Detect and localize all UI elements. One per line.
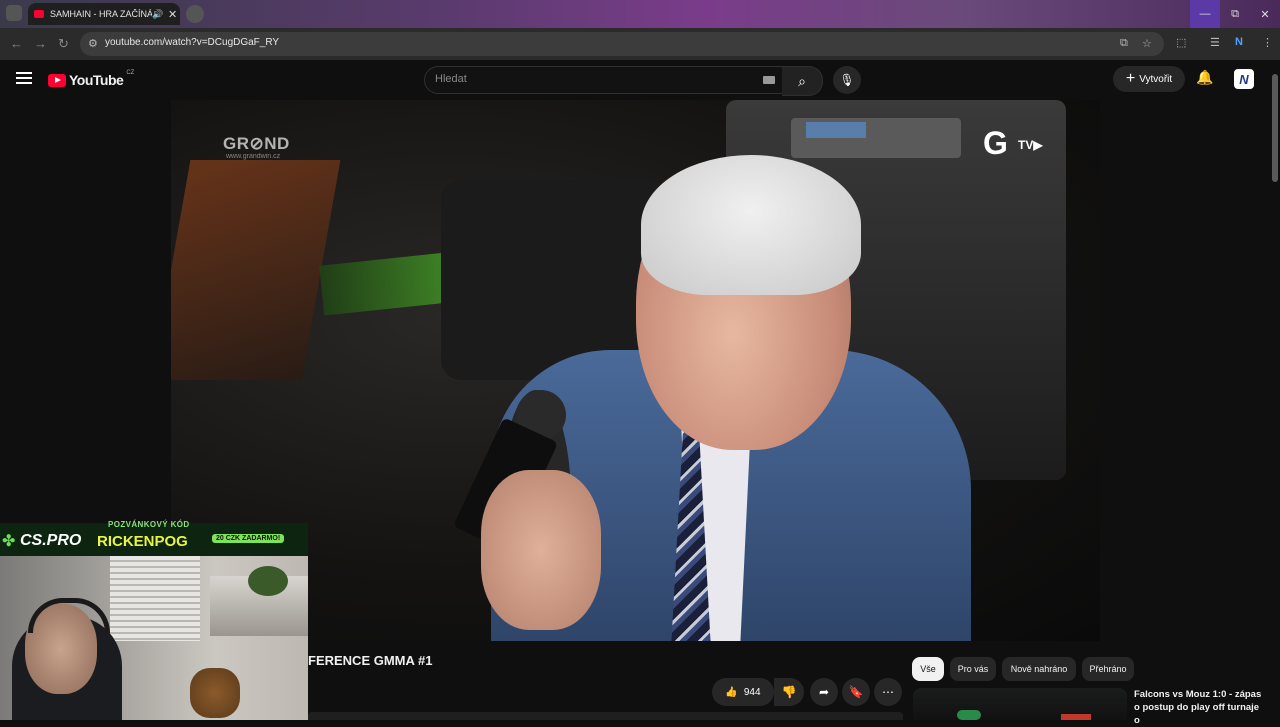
close-window-button[interactable]: ✕	[1250, 0, 1280, 28]
cast-icon[interactable]: ⧉	[1120, 37, 1128, 50]
streamer-webcam	[0, 556, 308, 720]
equipment-screen	[806, 122, 866, 138]
bookmark-icon: 🔖	[848, 685, 864, 699]
headset	[28, 598, 110, 633]
related-video-thumbnail[interactable]	[913, 688, 1127, 720]
youtube-logo-text: YouTube	[69, 72, 124, 88]
background-stage-light	[171, 160, 341, 380]
youtube-header: YouTube CZ Hledat ⌕ 🎙 + Vytvořit 🔔 N	[0, 60, 1280, 100]
back-icon[interactable]: ←	[10, 36, 23, 51]
related-video-title[interactable]: Falcons vs Mouz 1:0 - zápas o postup do …	[1134, 688, 1262, 727]
browser-menu-icon[interactable]: ⋮	[1262, 36, 1273, 49]
window-controls: — ⧉ ✕	[1190, 0, 1280, 28]
clover-icon: ✤	[2, 533, 16, 550]
grand-watermark-url: www.grandwin.cz	[226, 153, 281, 160]
thumbnail-red-element	[1061, 714, 1091, 720]
page-scrollbar[interactable]	[1270, 62, 1280, 720]
share-button[interactable]: ➦	[810, 678, 838, 706]
create-button[interactable]: + Vytvořit	[1113, 66, 1185, 92]
chip-all[interactable]: Vše	[912, 657, 944, 681]
dislike-button[interactable]: 👎	[774, 678, 804, 706]
microphone-icon: 🎙	[839, 73, 855, 87]
extensions-icon[interactable]: ⬚	[1176, 36, 1186, 49]
gtv-channel-bug: G	[983, 125, 1008, 161]
site-info-icon[interactable]: ⚙	[88, 37, 98, 50]
speaker-icon[interactable]: 🔊	[152, 9, 163, 20]
chip-recently-uploaded[interactable]: Nově nahráno	[1002, 657, 1076, 681]
country-code: CZ	[126, 70, 135, 76]
voice-search-button[interactable]: 🎙	[833, 66, 861, 94]
sponsor-brand: CS.PRO	[20, 532, 82, 549]
room-plant	[248, 566, 288, 596]
url-text[interactable]: youtube.com/watch?v=DCugDGaF_RY	[105, 37, 279, 48]
account-avatar[interactable]: N	[1234, 69, 1254, 89]
keyboard-icon[interactable]	[763, 76, 775, 84]
description-box[interactable]	[308, 712, 903, 720]
scrollbar-thumb[interactable]	[1272, 74, 1278, 182]
browser-tab-active[interactable]: SAMHAIN - HRA ZAČÍNÁ | 🔊 ✕	[28, 3, 180, 25]
search-input[interactable]: Hledat	[424, 66, 784, 94]
reading-list-icon[interactable]: ☰	[1210, 36, 1220, 49]
tab-group-icon[interactable]	[6, 5, 22, 21]
tab-title: SAMHAIN - HRA ZAČÍNÁ |	[50, 9, 152, 19]
thumbs-up-icon: 👍	[725, 686, 738, 698]
plush-toy	[190, 668, 240, 718]
save-button[interactable]: 🔖	[842, 678, 870, 706]
youtube-play-icon	[48, 73, 66, 87]
sponsor-banner: ✤ CS.PRO POZVÁNKOVÝ KÓD RICKENPOG 20 CZK…	[0, 520, 308, 556]
search-icon: ⌕	[798, 72, 806, 89]
plus-icon: +	[1125, 70, 1136, 87]
promo-badge: 20 CZK ZADARMO!	[212, 534, 285, 543]
more-actions-button[interactable]: ⋯	[874, 678, 902, 706]
grand-watermark: GR⊘ND	[223, 134, 290, 153]
speaker-hair	[641, 155, 861, 295]
thumbnail-logo	[957, 710, 981, 720]
chip-watched[interactable]: Přehráno	[1082, 657, 1134, 681]
invite-code: RICKENPOG	[97, 533, 188, 550]
chip-for-you[interactable]: Pro vás	[950, 657, 996, 681]
invite-code-label: POZVÁNKOVÝ KÓD	[108, 520, 190, 529]
create-label: Vytvořit	[1139, 73, 1173, 85]
address-bar[interactable]: ⚙ youtube.com/watch?v=DCugDGaF_RY ⧉ ☆	[80, 32, 1164, 56]
profile-icon[interactable]: N	[1235, 36, 1243, 48]
thumbs-down-icon: 👎	[781, 685, 797, 699]
gtv-channel-label: TV▶	[1018, 138, 1043, 152]
search-placeholder: Hledat	[435, 73, 467, 85]
window-blind	[110, 556, 200, 641]
speaker-hand	[481, 470, 601, 630]
like-button[interactable]: 👍 944	[712, 678, 774, 706]
youtube-logo[interactable]: YouTube CZ	[48, 70, 135, 88]
minimize-button[interactable]: —	[1190, 0, 1220, 28]
new-tab-button[interactable]	[186, 5, 204, 23]
video-title: FERENCE GMMA #1	[308, 653, 433, 668]
search-button[interactable]: ⌕	[782, 66, 823, 96]
video-player[interactable]: GR⊘ND www.grandwin.cz G TV▶	[171, 100, 1100, 641]
browser-tab-strip: SAMHAIN - HRA ZAČÍNÁ | 🔊 ✕ — ⧉ ✕	[0, 0, 1280, 28]
close-tab-icon[interactable]: ✕	[168, 8, 180, 21]
restore-button[interactable]: ⧉	[1220, 0, 1250, 28]
reload-icon[interactable]: ↻	[58, 36, 69, 52]
more-icon: ⋯	[882, 685, 894, 699]
forward-icon[interactable]: →	[34, 36, 47, 51]
menu-icon[interactable]	[16, 72, 32, 87]
bookmark-star-icon[interactable]: ☆	[1142, 37, 1152, 50]
youtube-favicon-icon	[34, 10, 44, 18]
share-icon: ➦	[818, 685, 830, 699]
like-count: 944	[743, 686, 761, 698]
notifications-bell-icon[interactable]: 🔔	[1196, 69, 1213, 86]
browser-toolbar: ← → ↻ ⚙ youtube.com/watch?v=DCugDGaF_RY …	[0, 28, 1280, 60]
